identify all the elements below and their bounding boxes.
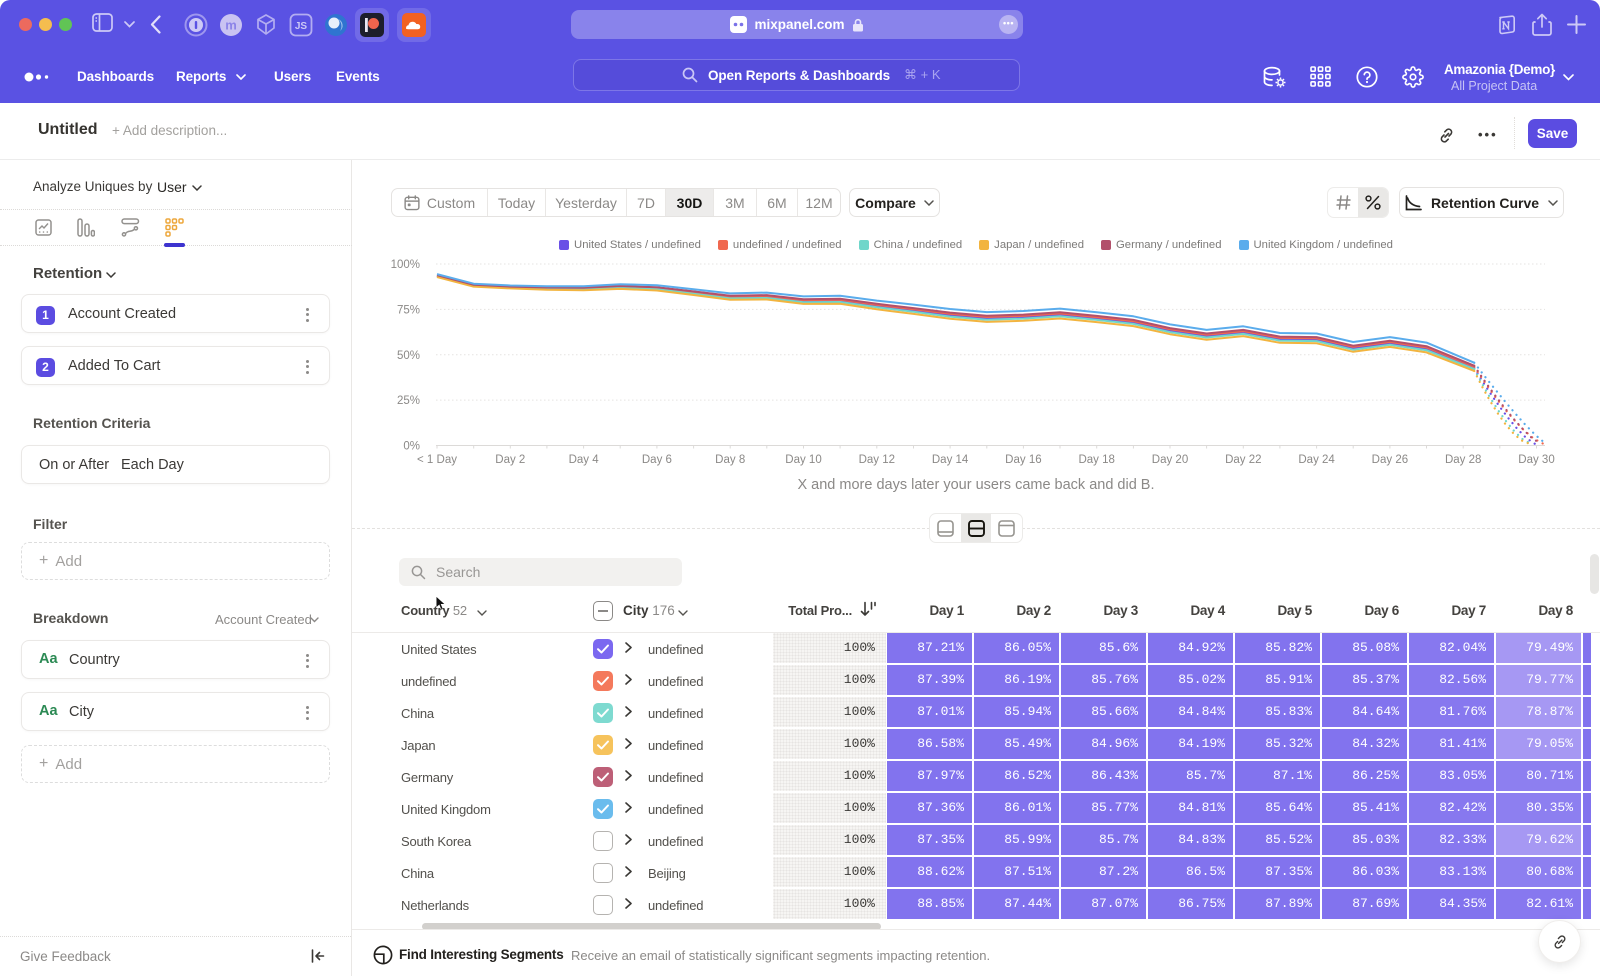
svg-text:25%: 25% [397,395,420,407]
svg-text:0%: 0% [403,441,420,453]
svg-text:Day 20: Day 20 [1152,454,1188,466]
svg-text:< 1 Day: < 1 Day [417,454,457,466]
svg-text:Day 10: Day 10 [785,454,821,466]
svg-text:m: m [225,18,237,33]
svg-text:Day 24: Day 24 [1298,454,1335,466]
svg-text:Day 26: Day 26 [1372,454,1408,466]
svg-text:100%: 100% [391,259,420,271]
svg-text:Day 28: Day 28 [1445,454,1481,466]
svg-text:Day 6: Day 6 [642,454,672,466]
svg-text:Day 16: Day 16 [1005,454,1041,466]
svg-text:Day 14: Day 14 [932,454,969,466]
svg-text:JS: JS [295,21,308,32]
svg-text:75%: 75% [397,304,420,316]
svg-text:Day 18: Day 18 [1078,454,1114,466]
svg-text:Day 8: Day 8 [715,454,745,466]
svg-text:50%: 50% [397,350,420,362]
svg-text:Day 12: Day 12 [859,454,895,466]
svg-text:Day 4: Day 4 [569,454,600,466]
svg-text:Day 22: Day 22 [1225,454,1261,466]
svg-text:Day 2: Day 2 [495,454,525,466]
svg-text:Day 30: Day 30 [1518,454,1554,466]
